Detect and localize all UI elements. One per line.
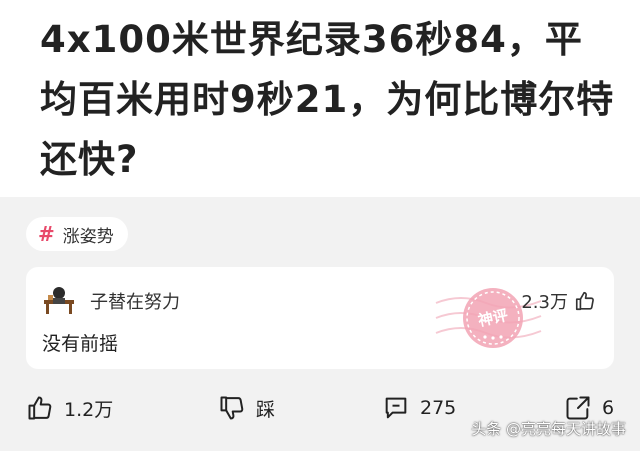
like-button[interactable]: 1.2万 (26, 388, 113, 428)
dislike-label: 踩 (256, 398, 276, 421)
comment-button[interactable]: 275 (382, 388, 456, 428)
watermark: 头条 @亮亮每天讲故事 (471, 420, 626, 438)
thumbs-down-icon (220, 396, 244, 420)
comment-like-count: 2.3万 (521, 292, 568, 313)
comment-count: 275 (420, 397, 457, 419)
comment-text: 没有前摇 (42, 333, 119, 355)
post-title: 4x100米世界纪录36秒84，平均百米用时9秒21，为何比博尔特还快? (40, 18, 615, 181)
comment-username[interactable]: 子替在努力 (90, 288, 180, 314)
thumbs-up-icon (575, 291, 594, 311)
avatar[interactable] (42, 285, 76, 315)
top-comment-stamp: 神评 (435, 288, 542, 348)
topic-tag[interactable]: # 涨姿势 (26, 217, 128, 251)
post-title-card: 4x100米世界纪录36秒84，平均百米用时9秒21，为何比博尔特还快? (0, 0, 640, 197)
thumbs-up-icon (28, 396, 52, 420)
hashtag-icon: # (38, 222, 55, 246)
comment-like-button[interactable]: 2.3万 (521, 288, 596, 314)
featured-comment[interactable]: 子替在努力 神评 2.3万 没有前摇 (26, 267, 614, 369)
dislike-button[interactable]: 踩 (218, 388, 275, 428)
share-count: 6 (602, 397, 615, 419)
topic-tag-label: 涨姿势 (62, 226, 114, 247)
comment-bubble-icon (385, 397, 407, 419)
like-count: 1.2万 (64, 398, 114, 421)
